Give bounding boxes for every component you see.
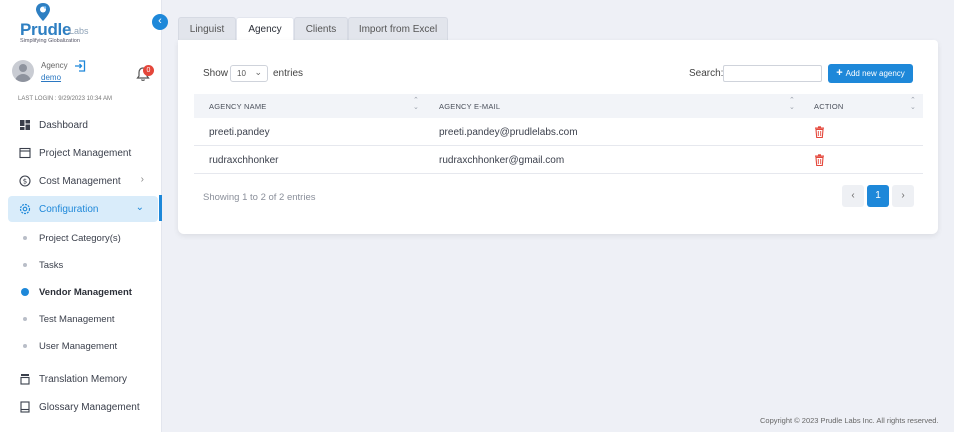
table-row: preeti.pandey preeti.pandey@prudlelabs.c… [194,118,923,146]
notification-badge: 0 [143,65,154,76]
sidebar-item-configuration[interactable]: Configuration ⌄ [8,196,158,222]
table-header: AGENCY NAME ⌃ ⌄ AGENCY E-MAIL ⌃ ⌄ ACTION ⌃… [194,94,923,118]
column-header-agency-email[interactable]: AGENCY E-MAIL [439,102,500,111]
tab-import-from-excel[interactable]: Import from Excel [348,17,448,41]
column-header-agency-name[interactable]: AGENCY NAME [209,102,267,111]
location-pin-icon [36,3,50,21]
entries-value: 10 [237,69,246,78]
next-page-button[interactable]: › [892,185,914,207]
user-name-link[interactable]: demo [41,73,61,82]
search-input[interactable] [723,65,822,82]
sidebar-subitem-tasks[interactable]: Tasks [20,257,155,275]
sidebar-item-label: Translation Memory [39,374,127,385]
user-role: Agency [41,61,68,70]
sidebar-item-label: Project Management [39,148,132,159]
chevron-down-icon: ⌄ [254,67,262,77]
sidebar: Prudle Labs Simplifying Globalization ‹ … [0,0,168,432]
sidebar-item-label: Dashboard [39,120,88,131]
avatar[interactable] [12,60,34,82]
sidebar-item-translation-memory[interactable]: Translation Memory [8,366,158,392]
agency-name-cell: rudraxchhonker [209,155,279,166]
sidebar-subitem-label: Project Category(s) [39,233,121,244]
agency-email-cell: rudraxchhonker@gmail.com [439,155,565,166]
sidebar-subitem-test-management[interactable]: Test Management [20,311,155,329]
sidebar-subitem-vendor-management[interactable]: Vendor Management [20,284,155,302]
sidebar-subitem-project-categories[interactable]: Project Category(s) [20,230,155,248]
bullet-icon [23,344,27,348]
entries-label: entries [273,68,304,79]
active-indicator [159,195,162,221]
collapse-sidebar-button[interactable]: ‹ [152,14,168,30]
sidebar-subitem-user-management[interactable]: User Management [20,338,155,356]
column-header-action: ACTION [814,102,844,111]
entries-select[interactable]: 10 ⌄ [230,65,268,82]
chevron-left-icon: ‹ [158,15,162,27]
sort-icon[interactable]: ⌃ ⌄ [910,97,916,111]
sidebar-item-glossary-management[interactable]: Glossary Management [8,394,158,420]
last-login: LAST LOGIN : 9/29/2023 10:34 AM [18,96,112,102]
trash-icon[interactable] [814,154,825,166]
agency-card: Show 10 ⌄ entries Search: + Add new agenc… [178,40,938,234]
sidebar-item-dashboard[interactable]: Dashboard [8,112,158,138]
bullet-icon [23,317,27,321]
sidebar-subitem-label: Tasks [39,260,64,271]
folder-icon [19,147,31,159]
tab-agency[interactable]: Agency [236,17,294,42]
tab-linguist[interactable]: Linguist [178,17,236,41]
bullet-icon [23,236,27,240]
table-row: rudraxchhonker rudraxchhonker@gmail.com [194,146,923,174]
sidebar-item-label: Cost Management [39,176,121,187]
book-icon [20,401,30,413]
brand-logo[interactable]: Prudle Labs Simplifying Globalization [18,2,138,46]
user-panel: Agency demo 0 [12,58,157,88]
add-button-label: Add new agency [845,69,905,78]
tab-clients[interactable]: Clients [294,17,348,41]
chevron-down-icon: ⌄ [135,202,144,213]
sidebar-item-label: Glossary Management [39,402,140,413]
sidebar-item-project-management[interactable]: Project Management [8,140,158,166]
brand-tagline: Simplifying Globalization [20,38,80,44]
show-label: Show [203,68,229,79]
search-label: Search: [689,68,724,79]
brand-name: Prudle [20,20,72,39]
bullet-icon [21,288,29,296]
dollar-icon: $ [19,175,31,187]
sidebar-item-label: Configuration [39,204,99,215]
chevron-right-icon: › [140,174,144,185]
database-icon [20,374,30,385]
sort-icon[interactable]: ⌃ ⌄ [413,97,419,111]
svg-text:$: $ [23,178,27,186]
trash-icon[interactable] [814,126,825,138]
previous-page-button[interactable]: ‹ [842,185,864,207]
add-new-agency-button[interactable]: + Add new agency [828,64,913,83]
agency-email-cell: preeti.pandey@prudlelabs.com [439,127,578,138]
dashboard-icon [20,120,30,130]
bullet-icon [23,263,27,267]
sidebar-item-cost-management[interactable]: $ Cost Management › [8,168,158,194]
sidebar-subitem-label: User Management [39,341,118,352]
sidebar-subitem-label: Vendor Management [39,287,132,298]
page-1-button[interactable]: 1 [867,185,889,207]
gear-icon [19,203,31,215]
sort-icon[interactable]: ⌃ ⌄ [789,97,795,111]
plus-icon: + [836,67,843,79]
table-info: Showing 1 to 2 of 2 entries [203,192,316,203]
logout-icon[interactable] [74,60,86,72]
footer-copyright: Copyright © 2023 Prudle Labs Inc. All ri… [760,416,939,425]
agency-name-cell: preeti.pandey [209,127,270,138]
brand-suffix: Labs [69,26,89,36]
sidebar-subitem-label: Test Management [39,314,115,325]
